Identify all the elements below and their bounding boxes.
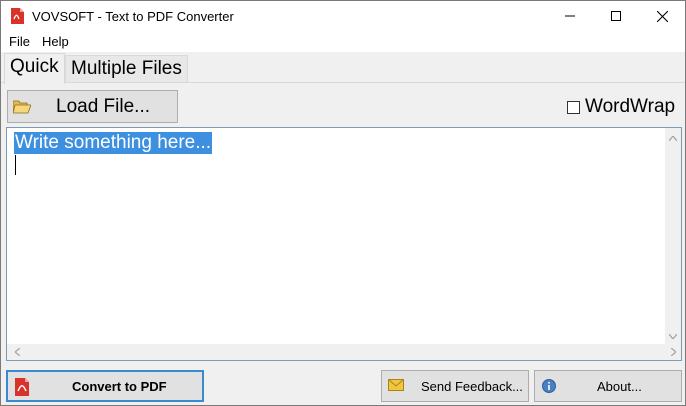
tab-multiple-files[interactable]: Multiple Files <box>65 55 188 83</box>
tab-quick[interactable]: Quick <box>4 53 65 84</box>
menu-file[interactable]: File <box>9 34 30 49</box>
text-caret <box>15 155 16 175</box>
folder-open-icon <box>13 100 31 114</box>
close-icon <box>656 10 668 22</box>
send-feedback-button[interactable]: Send Feedback... <box>381 370 529 402</box>
info-icon <box>542 379 556 393</box>
menu-bar: File Help <box>1 31 685 52</box>
maximize-button[interactable] <box>593 1 639 31</box>
send-feedback-label: Send Feedback... <box>421 379 523 394</box>
scroll-left-icon[interactable] <box>9 344 25 360</box>
load-file-label: Load File... <box>56 96 150 117</box>
horizontal-scrollbar[interactable] <box>7 344 681 360</box>
tab-panel-border <box>1 82 685 83</box>
wordwrap-label: WordWrap <box>585 96 676 117</box>
about-label: About... <box>597 379 642 394</box>
text-editor[interactable]: Write something here... <box>6 127 682 361</box>
convert-to-pdf-label: Convert to PDF <box>72 379 167 394</box>
wordwrap-checkbox[interactable] <box>567 100 580 114</box>
app-window: VOVSOFT - Text to PDF Converter File Hel… <box>0 0 686 406</box>
menu-help[interactable]: Help <box>42 34 69 49</box>
title-bar[interactable]: VOVSOFT - Text to PDF Converter <box>1 1 685 31</box>
pdf-icon <box>15 378 29 396</box>
close-button[interactable] <box>639 1 685 31</box>
maximize-icon <box>611 11 621 21</box>
about-button[interactable]: About... <box>534 370 682 402</box>
tab-strip: Quick Multiple Files <box>1 52 685 84</box>
load-file-button[interactable]: Load File... <box>7 90 178 123</box>
wordwrap-toggle[interactable]: WordWrap <box>567 96 675 118</box>
convert-to-pdf-button[interactable]: Convert to PDF <box>6 370 204 402</box>
minimize-button[interactable] <box>547 1 593 31</box>
scroll-down-icon[interactable] <box>665 328 681 344</box>
window-title: VOVSOFT - Text to PDF Converter <box>32 9 234 24</box>
scroll-up-icon[interactable] <box>665 130 681 146</box>
vertical-scrollbar[interactable] <box>665 128 681 344</box>
editor-selected-text[interactable]: Write something here... <box>14 132 213 154</box>
scroll-right-icon[interactable] <box>665 344 681 360</box>
pdf-app-icon <box>11 8 24 24</box>
envelope-icon <box>388 379 404 391</box>
minimize-icon <box>565 15 575 17</box>
